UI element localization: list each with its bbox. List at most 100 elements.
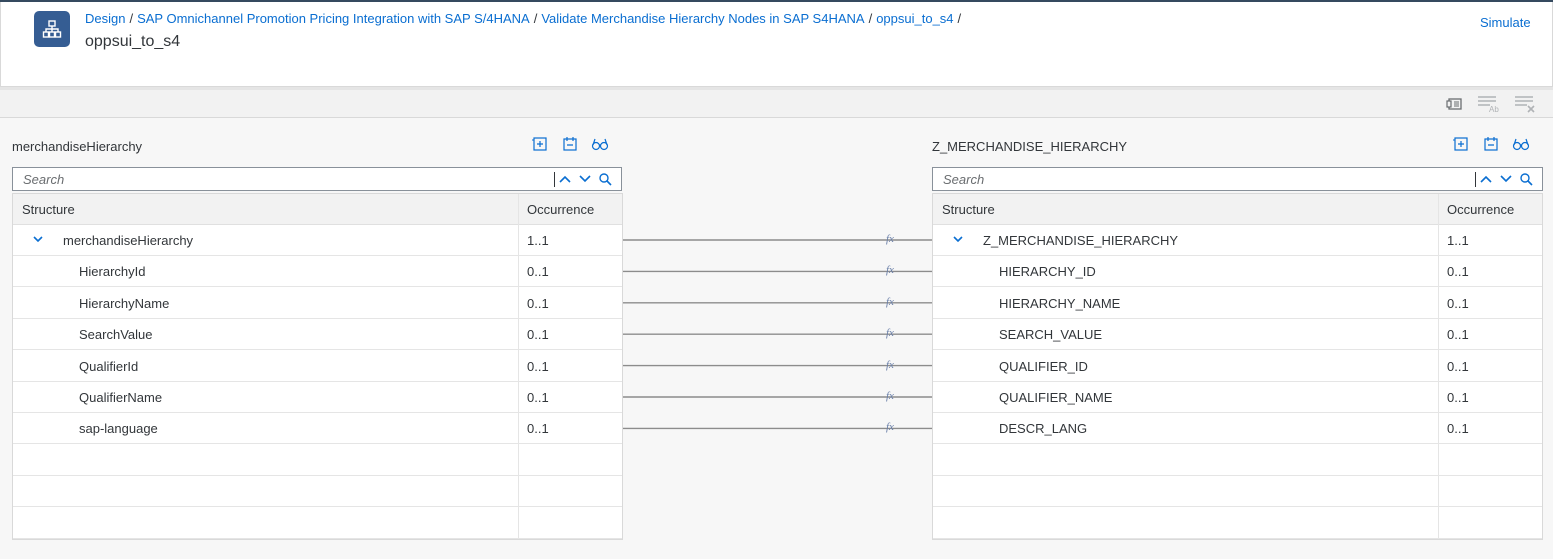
simulate-button[interactable]: Simulate — [1480, 15, 1531, 30]
occurrence-value: 0..1 — [527, 264, 549, 280]
table-row[interactable]: QualifierId 0..1 — [13, 351, 622, 382]
table-row[interactable]: SearchValue 0..1 — [13, 319, 622, 351]
target-search-input[interactable] — [933, 168, 1453, 190]
table-row — [933, 508, 1542, 539]
source-collapse-all-icon[interactable] — [560, 136, 580, 152]
occurrence-value: 0..1 — [527, 295, 549, 311]
target-search-buttons — [1478, 171, 1534, 187]
source-search-icon[interactable] — [597, 171, 613, 187]
table-row[interactable]: QUALIFIER_NAME 0..1 — [933, 382, 1542, 413]
data-type-icon[interactable] — [1443, 93, 1467, 115]
structure-node-name: DESCR_LANG — [999, 421, 1088, 437]
target-col-structure: Structure — [942, 202, 995, 217]
breadcrumb-link-iflow[interactable]: Validate Merchandise Hierarchy Nodes in … — [541, 11, 864, 26]
chevron-down-icon[interactable] — [951, 232, 965, 246]
structure-node-name: merchandiseHierarchy — [63, 233, 194, 248]
clear-filter-icon[interactable] — [1513, 93, 1537, 115]
hierarchy-app-icon — [34, 11, 70, 47]
target-col-occurrence: Occurrence — [1447, 202, 1515, 217]
page-title: oppsui_to_s4 — [85, 33, 181, 50]
target-show-details-icon[interactable] — [1511, 136, 1531, 152]
breadcrumb-link-package[interactable]: SAP Omnichannel Promotion Pricing Integr… — [137, 11, 530, 26]
source-col-occurrence: Occurrence — [527, 202, 595, 217]
table-row — [13, 476, 622, 508]
target-search-icon[interactable] — [1518, 171, 1534, 187]
function-icon[interactable]: fx — [886, 296, 894, 308]
source-structure-label: merchandiseHierarchy — [12, 139, 143, 154]
structure-node-name: QualifierId — [79, 358, 139, 374]
function-icon[interactable]: fx — [886, 233, 894, 245]
svg-text:Ab: Ab — [1489, 105, 1499, 114]
occurrence-value: 1..1 — [527, 233, 549, 248]
table-row[interactable]: DESCR_LANG 0..1 — [933, 413, 1542, 445]
target-table-header: Structure Occurrence — [933, 194, 1542, 225]
source-col-structure: Structure — [22, 202, 75, 217]
breadcrumb-link-mapping[interactable]: oppsui_to_s4 — [876, 11, 953, 26]
structure-node-name: HierarchyId — [79, 264, 146, 280]
occurrence-value: 0..1 — [1447, 358, 1469, 374]
structure-node-name: sap-language — [79, 421, 158, 437]
table-row[interactable]: SEARCH_VALUE 0..1 — [933, 319, 1542, 351]
source-table-header: Structure Occurrence — [13, 194, 622, 225]
chevron-down-icon[interactable] — [31, 232, 45, 246]
structure-node-name: QualifierName — [79, 390, 163, 405]
table-row — [13, 508, 622, 539]
source-show-details-icon[interactable] — [590, 136, 610, 152]
table-row — [13, 445, 622, 476]
table-row[interactable]: HierarchyId 0..1 — [13, 256, 622, 288]
occurrence-value: 0..1 — [1447, 327, 1469, 343]
target-expand-all-icon[interactable] — [1451, 136, 1471, 152]
table-row[interactable]: QualifierName 0..1 — [13, 382, 622, 413]
structure-node-name: QUALIFIER_ID — [999, 358, 1088, 374]
source-previous-match-icon[interactable] — [557, 171, 573, 187]
occurrence-value: 0..1 — [527, 327, 549, 343]
occurrence-value: 0..1 — [1447, 264, 1469, 280]
occurrence-value: 1..1 — [1447, 233, 1469, 248]
table-row[interactable]: merchandiseHierarchy 1..1 — [13, 225, 622, 256]
target-collapse-all-icon[interactable] — [1481, 136, 1501, 152]
target-search-field[interactable] — [932, 167, 1543, 191]
function-icon[interactable]: fx — [886, 359, 894, 371]
function-icon[interactable]: fx — [886, 390, 894, 402]
mapping-toolbar: Ab — [0, 90, 1553, 118]
breadcrumb-link-design[interactable]: Design — [85, 11, 125, 26]
structure-node-name: HierarchyName — [79, 295, 170, 311]
occurrence-value: 0..1 — [527, 358, 549, 374]
occurrence-value: 0..1 — [527, 421, 549, 437]
source-expand-all-icon[interactable] — [530, 136, 550, 152]
function-icon[interactable]: fx — [886, 327, 894, 339]
source-structure-table: Structure Occurrence merchandiseHierarch… — [12, 193, 623, 540]
filter-text-icon[interactable]: Ab — [1476, 93, 1500, 115]
target-next-match-icon[interactable] — [1498, 171, 1514, 187]
table-row[interactable]: QUALIFIER_ID 0..1 — [933, 351, 1542, 382]
table-row[interactable]: HierarchyName 0..1 — [13, 288, 622, 319]
table-row[interactable]: HIERARCHY_NAME 0..1 — [933, 288, 1542, 319]
occurrence-value: 0..1 — [527, 390, 549, 405]
occurrence-value: 0..1 — [1447, 295, 1469, 311]
target-previous-match-icon[interactable] — [1478, 171, 1494, 187]
table-row[interactable]: HIERARCHY_ID 0..1 — [933, 256, 1542, 288]
target-structure-label: Z_MERCHANDISE_HIERARCHY — [932, 139, 1128, 154]
search-divider — [1475, 172, 1476, 187]
structure-node-name: HIERARCHY_NAME — [999, 295, 1121, 311]
structure-node-name: SearchValue — [79, 327, 153, 343]
table-row — [933, 445, 1542, 476]
target-structure-actions — [1451, 136, 1531, 152]
occurrence-value: 0..1 — [1447, 421, 1469, 437]
source-search-field[interactable] — [12, 167, 622, 191]
source-search-input[interactable] — [13, 168, 533, 190]
function-icon[interactable]: fx — [886, 264, 894, 276]
table-row[interactable]: Z_MERCHANDISE_HIERARCHY 1..1 — [933, 225, 1542, 256]
structure-node-name: Z_MERCHANDISE_HIERARCHY — [983, 233, 1179, 248]
structure-node-name: HIERARCHY_ID — [999, 264, 1096, 280]
source-search-buttons — [557, 171, 613, 187]
target-structure-table: Structure Occurrence Z_MERCHANDISE_HIERA… — [932, 193, 1543, 540]
occurrence-value: 0..1 — [1447, 390, 1469, 405]
table-row[interactable]: sap-language 0..1 — [13, 413, 622, 445]
structure-node-name: QUALIFIER_NAME — [999, 390, 1113, 405]
function-icon[interactable]: fx — [886, 421, 894, 433]
breadcrumb: Design / SAP Omnichannel Promotion Pricing… — [85, 11, 962, 26]
page-header: Design / SAP Omnichannel Promotion Pricing… — [0, 2, 1553, 87]
table-row — [933, 476, 1542, 508]
source-next-match-icon[interactable] — [577, 171, 593, 187]
